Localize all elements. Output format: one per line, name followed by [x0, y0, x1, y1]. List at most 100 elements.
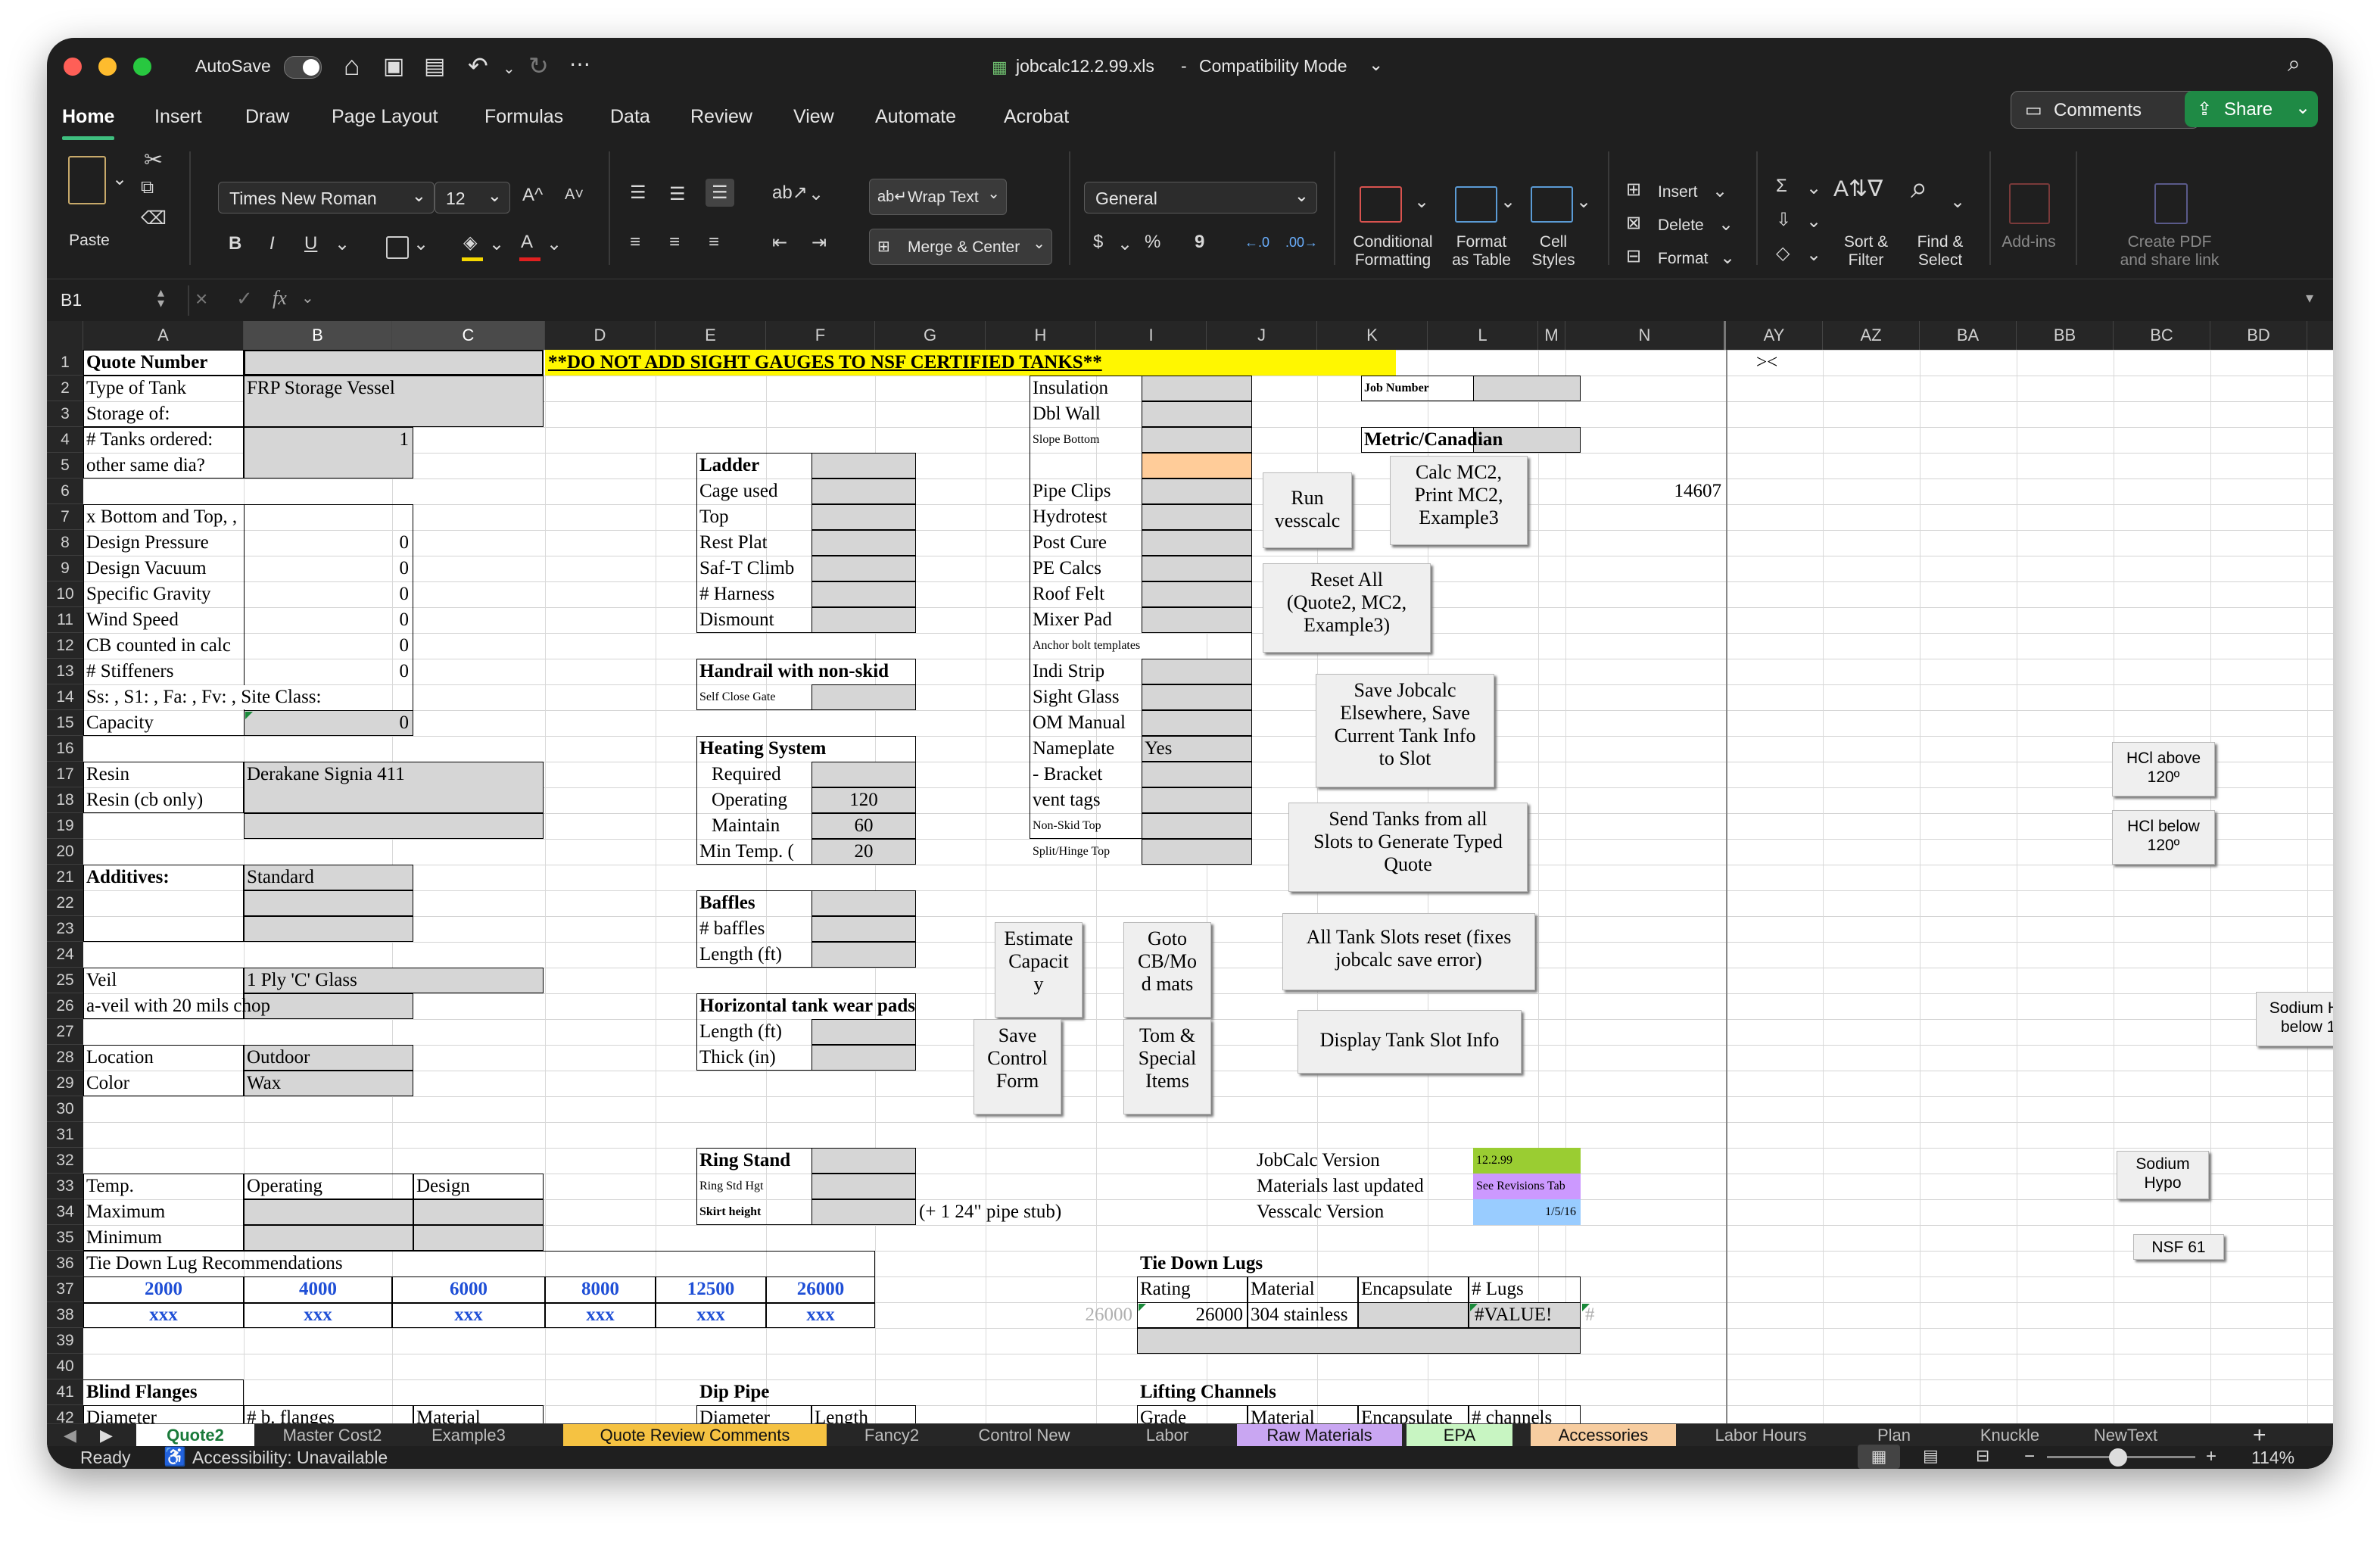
accessibility-icon[interactable]: ♿	[164, 1446, 186, 1468]
save-jobcalc-button[interactable]: Save Jobcalc Elsewhere, Save Current Tank …	[1316, 674, 1494, 787]
row-header[interactable]: 3	[47, 401, 83, 427]
column-header[interactable]: H	[986, 321, 1096, 350]
column-header[interactable]: C	[392, 321, 545, 350]
tab-acrobat[interactable]: Acrobat	[1004, 106, 1069, 128]
row-header[interactable]: 38	[47, 1302, 83, 1328]
column-header[interactable]: E	[656, 321, 766, 350]
chevron-down-icon[interactable]: ⌄	[1720, 247, 1735, 269]
align-center-icon[interactable]: ≡	[669, 232, 680, 253]
title-chevron-icon[interactable]: ⌄	[1369, 55, 1383, 75]
align-left-icon[interactable]: ≡	[630, 232, 640, 253]
underline-icon[interactable]: U	[304, 233, 317, 254]
percent-icon[interactable]: %	[1145, 232, 1160, 253]
sheet-tab-epa[interactable]: EPA	[1407, 1424, 1512, 1447]
insert-cells-label[interactable]: Insert	[1658, 183, 1698, 201]
row-header[interactable]: 4	[47, 427, 83, 453]
row-header[interactable]: 11	[47, 607, 83, 633]
column-header[interactable]: BB	[2017, 321, 2114, 350]
zoom-slider-handle[interactable]	[2109, 1448, 2127, 1467]
run-vesscalc-button[interactable]: Run vesscalc	[1263, 472, 1352, 548]
save-control-form-button[interactable]: Save Control Form	[973, 1019, 1061, 1114]
chevron-down-icon[interactable]: ⌄	[1576, 191, 1591, 213]
zoom-level[interactable]: 114%	[2251, 1448, 2294, 1468]
chevron-down-icon[interactable]: ⌄	[1806, 244, 1821, 266]
insert-cells-icon[interactable]: ⊞	[1626, 179, 1641, 201]
close-window-button[interactable]	[64, 58, 82, 76]
increase-font-icon[interactable]: A^	[522, 185, 543, 206]
row-header[interactable]: 28	[47, 1045, 83, 1071]
normal-view-icon[interactable]: ▦	[1858, 1445, 1900, 1469]
format-cells-icon[interactable]: ⊟	[1626, 245, 1641, 267]
column-header[interactable]: AZ	[1823, 321, 1920, 350]
align-middle-icon[interactable]: ☰	[669, 183, 686, 205]
sheet-tab-newtext[interactable]: NewText	[2076, 1424, 2176, 1447]
column-header[interactable]: B	[244, 321, 392, 350]
autosum-icon[interactable]: Σ	[1776, 176, 1787, 197]
row-header[interactable]: 22	[47, 890, 83, 916]
row-header[interactable]: 6	[47, 478, 83, 504]
copy-icon[interactable]: ⧉	[141, 177, 154, 198]
sheet-tab-knuckle[interactable]: Knuckle	[1952, 1424, 2068, 1447]
name-box-stepper-icon[interactable]: ▴ ▾	[157, 285, 164, 310]
chevron-down-icon[interactable]: ⌄	[1806, 177, 1821, 199]
sheet-tab-quote-review-comments[interactable]: Quote Review Comments	[563, 1424, 827, 1447]
increase-decimal-icon[interactable]: ←.0	[1245, 235, 1269, 251]
sheet-tab-fancy2[interactable]: Fancy2	[837, 1424, 946, 1447]
page-break-view-icon[interactable]: ⊟	[1976, 1446, 1989, 1466]
column-header[interactable]: N	[1565, 321, 1726, 350]
row-header[interactable]: 10	[47, 581, 83, 607]
format-as-table-icon[interactable]	[1455, 186, 1497, 223]
name-box[interactable]: B1	[61, 290, 82, 310]
row-header[interactable]: 35	[47, 1225, 83, 1251]
sheet-tab-accessories[interactable]: Accessories	[1531, 1424, 1676, 1447]
fx-icon[interactable]: fx	[273, 287, 287, 310]
hcl-above-button[interactable]: HCl above 120º	[2112, 742, 2215, 796]
sort-filter-icon[interactable]: A⇅∇	[1833, 176, 1883, 202]
nsf-61-button[interactable]: NSF 61	[2133, 1234, 2224, 1260]
tab-page-layout[interactable]: Page Layout	[332, 106, 438, 128]
chevron-down-icon[interactable]: ⌄	[808, 183, 824, 205]
sheet-tab-plan[interactable]: Plan	[1844, 1424, 1944, 1447]
sheet-tab-raw-materials[interactable]: Raw Materials	[1237, 1424, 1402, 1447]
chevron-down-icon[interactable]: ⌄	[1806, 210, 1821, 232]
row-header[interactable]: 15	[47, 710, 83, 736]
row-header[interactable]: 20	[47, 839, 83, 865]
decrease-decimal-icon[interactable]: .00→	[1285, 235, 1318, 251]
sheet-tab-quote2[interactable]: Quote2	[136, 1424, 254, 1447]
fill-icon[interactable]: ⇩	[1776, 209, 1791, 231]
row-header[interactable]: 9	[47, 556, 83, 581]
currency-icon[interactable]: $	[1093, 232, 1103, 253]
chevron-down-icon[interactable]: ⌄	[1500, 191, 1516, 213]
orientation-icon[interactable]: ab↗	[772, 182, 808, 204]
sheet-tab-labor[interactable]: Labor	[1102, 1424, 1232, 1447]
accessibility-status[interactable]: Accessibility: Unavailable	[192, 1448, 388, 1468]
decrease-indent-icon[interactable]: ⇤	[772, 232, 787, 254]
row-header[interactable]: 40	[47, 1354, 83, 1379]
delete-cells-icon[interactable]: ⊠	[1626, 212, 1641, 234]
add-ins-icon[interactable]	[2009, 183, 2050, 224]
chevron-down-icon[interactable]: ⌄	[1712, 180, 1727, 202]
italic-icon[interactable]: I	[269, 233, 275, 254]
tab-insert[interactable]: Insert	[154, 106, 202, 128]
column-header[interactable]: F	[766, 321, 875, 350]
spreadsheet-grid[interactable]: A B C D E F G H I J K L M N AY AZ BA BB …	[47, 321, 2333, 1423]
font-name-select[interactable]: Times New Roman ⌄	[218, 182, 435, 214]
display-tank-slot-button[interactable]: Display Tank Slot Info	[1297, 1010, 1522, 1074]
row-header[interactable]: 41	[47, 1379, 83, 1405]
row-header[interactable]: 26	[47, 993, 83, 1019]
paste-icon[interactable]	[68, 156, 106, 204]
conditional-formatting-icon[interactable]	[1360, 186, 1402, 223]
row-header[interactable]: 39	[47, 1328, 83, 1354]
chevron-down-icon[interactable]: ⌄	[1718, 214, 1734, 235]
column-header[interactable]: I	[1096, 321, 1207, 350]
row-header[interactable]: 16	[47, 736, 83, 762]
undo-dropdown-icon[interactable]: ⌄	[503, 59, 516, 78]
chevron-down-icon[interactable]: ⌄	[301, 288, 314, 307]
merge-center-button[interactable]: ⊞ Merge & Center ⌄	[869, 229, 1052, 265]
chevron-down-icon[interactable]: ⌄	[413, 233, 428, 255]
column-header[interactable]: D	[545, 321, 656, 350]
row-header[interactable]: 42	[47, 1405, 83, 1423]
scroll-tabs-right-icon[interactable]: ▶	[100, 1426, 113, 1445]
row-header[interactable]: 1	[47, 350, 83, 376]
decrease-font-icon[interactable]: A˅	[565, 186, 584, 204]
